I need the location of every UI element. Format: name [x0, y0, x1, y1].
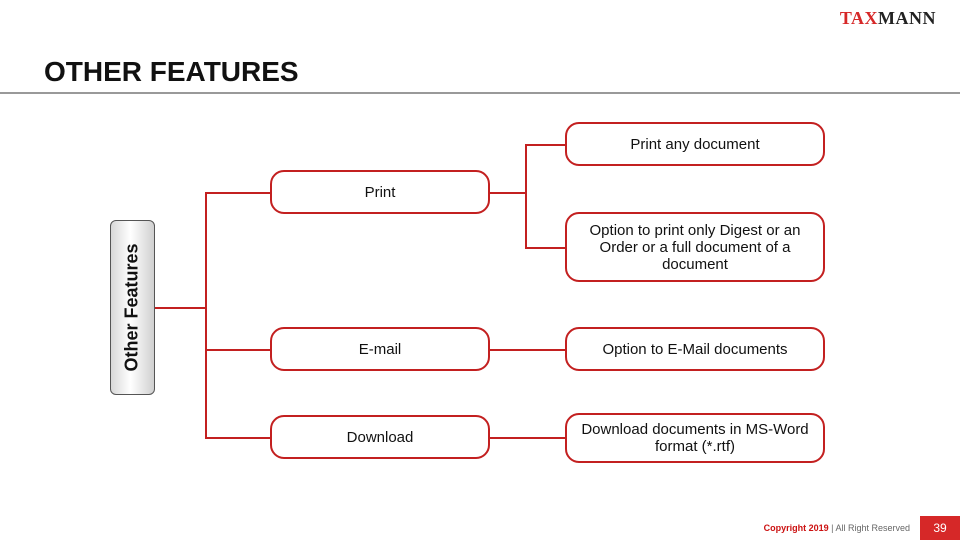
footer: Copyright 2019 | All Right Reserved 39 [764, 516, 960, 540]
brand-logo: TAXMANN [840, 8, 936, 29]
node-print-option-label: Option to print only Digest or an Order … [577, 222, 813, 273]
slide: { "brand": { "part1": "TAX", "part2": "M… [0, 0, 960, 540]
connector-line [490, 437, 565, 439]
page-number: 39 [920, 516, 960, 540]
title-divider [0, 92, 960, 94]
copyright-rest: | All Right Reserved [829, 523, 910, 533]
connector-line [205, 192, 207, 437]
node-email: E-mail [270, 327, 490, 371]
node-print-any-label: Print any document [630, 136, 759, 153]
connector-line [525, 144, 527, 249]
connector-line [205, 349, 270, 351]
node-print-any: Print any document [565, 122, 825, 166]
node-download-option: Download documents in MS-Word format (*.… [565, 413, 825, 463]
node-download-option-label: Download documents in MS-Word format (*.… [577, 421, 813, 455]
connector-line [525, 144, 565, 146]
node-email-label: E-mail [359, 341, 402, 358]
node-print-label: Print [365, 184, 396, 201]
sidebar-pill: Other Features [110, 220, 155, 395]
connector-line [155, 307, 205, 309]
connector-line [490, 349, 565, 351]
node-print: Print [270, 170, 490, 214]
copyright: Copyright 2019 | All Right Reserved [764, 523, 920, 533]
brand-part1: TAX [840, 8, 878, 28]
node-download: Download [270, 415, 490, 459]
connector-line [205, 192, 270, 194]
brand-part2: MANN [878, 8, 936, 28]
node-download-label: Download [347, 429, 414, 446]
connector-line [490, 192, 525, 194]
connector-line [205, 437, 270, 439]
node-email-option-label: Option to E-Mail documents [602, 341, 787, 358]
node-email-option: Option to E-Mail documents [565, 327, 825, 371]
copyright-year: Copyright 2019 [764, 523, 829, 533]
page-title: OTHER FEATURES [44, 56, 299, 88]
connector-line [525, 247, 565, 249]
node-print-option: Option to print only Digest or an Order … [565, 212, 825, 282]
sidebar-label: Other Features [122, 243, 143, 371]
